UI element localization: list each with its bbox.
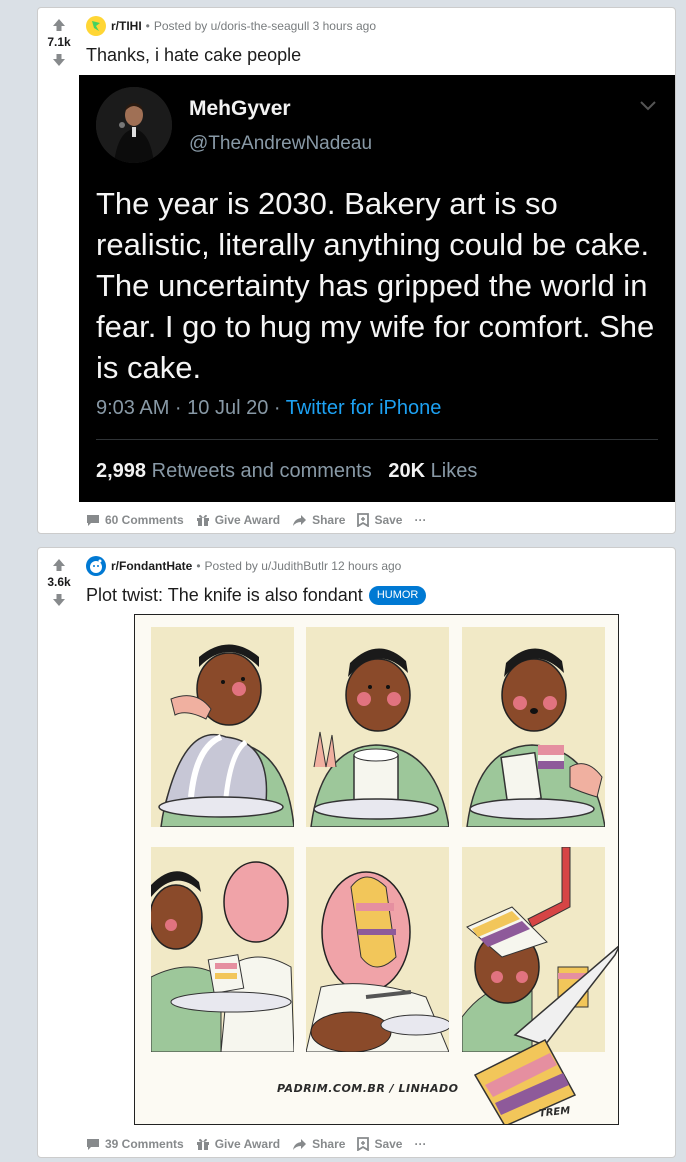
save-icon — [357, 1137, 370, 1151]
like-count: 20K — [388, 460, 426, 482]
share-icon — [293, 1138, 307, 1150]
post-title[interactable]: Thanks, i hate cake people — [86, 44, 675, 66]
downvote-icon[interactable] — [51, 593, 67, 607]
meta-separator: • — [196, 559, 201, 573]
comic-panel — [151, 847, 294, 1052]
more-icon[interactable]: ··· — [414, 1137, 426, 1151]
award-label: Give Award — [214, 513, 281, 527]
tweet-stats: 2,998 Retweets and comments 20K Likes — [96, 460, 477, 483]
downvote-icon[interactable] — [51, 53, 67, 67]
posted-by: Posted by u/JudithButlr 12 hours ago — [204, 559, 402, 573]
post-meta: r/TIHI • Posted by u/doris-the-seagull 3… — [86, 8, 675, 44]
gift-icon — [196, 514, 209, 526]
share-button[interactable]: Share — [292, 1137, 345, 1151]
comic-panel — [151, 627, 294, 827]
comments-label: 60 Comments — [105, 513, 184, 527]
give-award-button[interactable]: Give Award — [196, 513, 280, 527]
comic-panel — [462, 627, 605, 827]
comment-icon — [87, 514, 99, 526]
comment-icon — [87, 1138, 99, 1150]
tweet-time: 9:03 AM · 10 Jul 20 · — [96, 397, 286, 419]
comments-label: 39 Comments — [105, 1137, 184, 1151]
save-button[interactable]: Save — [357, 1137, 402, 1151]
comic-knife — [473, 945, 618, 1124]
subreddit-icon[interactable] — [86, 556, 106, 576]
tweet-author-name: MehGyver — [189, 97, 291, 120]
comments-button[interactable]: 60 Comments — [86, 513, 184, 527]
comic-panel — [306, 847, 449, 1052]
post-actions: 60 Comments Give Award Share Save ··· — [86, 513, 438, 527]
subreddit-link[interactable]: r/TIHI — [111, 19, 142, 33]
more-icon[interactable]: ··· — [414, 513, 426, 527]
subreddit-icon[interactable] — [86, 16, 106, 36]
chevron-down-icon — [639, 99, 657, 117]
post-content: r/TIHI • Posted by u/doris-the-seagull 3… — [86, 8, 675, 66]
tweet-text: The year is 2030. Bakery art is so reali… — [96, 186, 655, 385]
flair-badge[interactable]: HUMOR — [368, 585, 427, 605]
vote-count: 7.1k — [47, 35, 71, 49]
vote-count: 3.6k — [47, 575, 71, 589]
share-label: Share — [312, 1137, 346, 1151]
tweet-image[interactable]: MehGyver @TheAndrewNadeau The year is 20… — [79, 75, 675, 502]
comic-image[interactable]: PADRIM.COM.BR / LINHADO TREM — [134, 614, 619, 1125]
tweet-timestamp: 9:03 AM · 10 Jul 20 · Twitter for iPhone — [96, 397, 441, 420]
award-label: Give Award — [214, 1137, 281, 1151]
retweet-label: Retweets and comments — [151, 460, 372, 482]
save-icon — [357, 513, 370, 527]
save-button[interactable]: Save — [357, 513, 402, 527]
subreddit-link[interactable]: r/FondantHate — [111, 559, 192, 573]
post-content: r/FondantHate • Posted by u/JudithButlr … — [86, 548, 675, 606]
comic-credit: PADRIM.COM.BR / LINHADO — [277, 1082, 459, 1095]
save-label: Save — [374, 1137, 403, 1151]
share-button[interactable]: Share — [292, 513, 345, 527]
post-meta: r/FondantHate • Posted by u/JudithButlr … — [86, 548, 675, 584]
share-icon — [293, 514, 307, 526]
meta-separator: • — [145, 19, 150, 33]
give-award-button[interactable]: Give Award — [196, 1137, 280, 1151]
upvote-icon[interactable] — [51, 18, 67, 32]
avatar — [96, 87, 172, 163]
post-title-text: Plot twist: The knife is also fondant — [86, 585, 363, 605]
retweet-count: 2,998 — [96, 460, 147, 482]
post-card[interactable]: 7.1k r/TIHI • Posted by u/doris-the-seag… — [37, 7, 676, 534]
gift-icon — [196, 1138, 209, 1150]
vote-column: 7.1k — [38, 8, 80, 67]
like-label: Likes — [430, 460, 478, 482]
upvote-icon[interactable] — [51, 558, 67, 572]
post-actions: 39 Comments Give Award Share Save ··· — [86, 1137, 438, 1151]
tweet-source: Twitter for iPhone — [285, 397, 442, 419]
post-card[interactable]: 3.6k r/FondantHate • Posted by u/JudithB… — [37, 547, 676, 1158]
post-title[interactable]: Plot twist: The knife is also fondant HU… — [86, 584, 675, 606]
tweet-author-handle: @TheAndrewNadeau — [189, 133, 373, 154]
comments-button[interactable]: 39 Comments — [86, 1137, 184, 1151]
vote-column: 3.6k — [38, 548, 80, 607]
save-label: Save — [374, 513, 403, 527]
share-label: Share — [312, 513, 346, 527]
comic-panel — [306, 627, 449, 827]
posted-by: Posted by u/doris-the-seagull 3 hours ag… — [153, 19, 377, 33]
divider — [96, 439, 658, 440]
